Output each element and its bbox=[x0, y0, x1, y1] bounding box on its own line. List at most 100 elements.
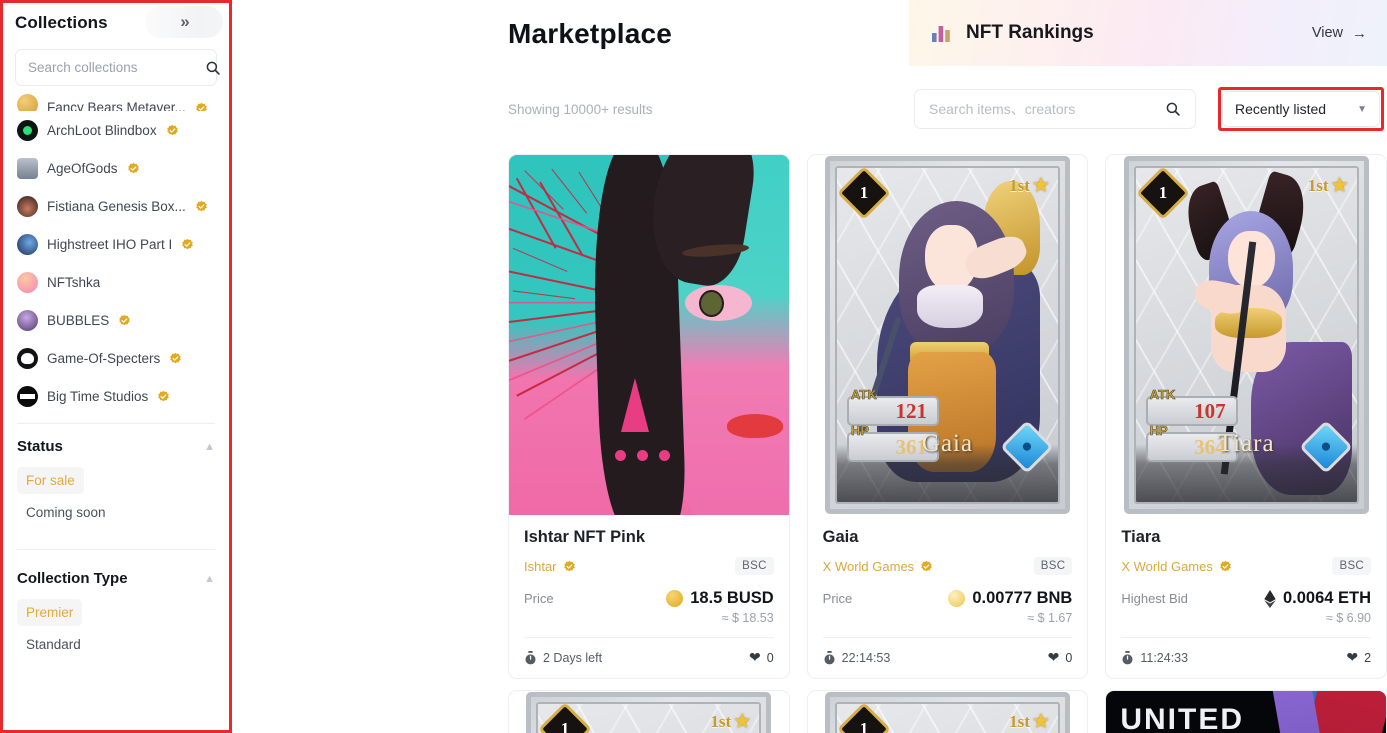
game-card: 1 1st ★ bbox=[526, 692, 772, 733]
star-icon: ★ bbox=[1032, 711, 1049, 731]
nft-price-value-wrap: 18.5 BUSD bbox=[666, 589, 774, 608]
avatar bbox=[17, 119, 38, 141]
item-search-box[interactable] bbox=[914, 89, 1196, 129]
verified-badge-icon bbox=[921, 560, 932, 571]
nft-creator-row: X World Games BSC bbox=[823, 557, 1073, 575]
nft-card[interactable]: UNITED bbox=[1105, 690, 1387, 733]
nft-likes-count: 0 bbox=[1065, 650, 1073, 665]
verified-badge-icon bbox=[563, 560, 575, 571]
nft-chain-badge: BSC bbox=[1033, 557, 1073, 575]
nft-price-row: Price 0.00777 BNB bbox=[822, 589, 1072, 608]
list-item-label: Fancy Bears Metaver... bbox=[47, 100, 186, 111]
nft-card[interactable]: 1 1st ★ ATK 107 HP 364 Tiara ● Tiara X W… bbox=[1105, 154, 1387, 679]
list-item-label: AgeOfGods bbox=[47, 160, 118, 176]
nft-likes[interactable]: ❤ 0 bbox=[749, 649, 774, 666]
avatar bbox=[17, 309, 38, 331]
sort-value: Recently listed bbox=[1235, 101, 1327, 117]
game-rank-value: 1st bbox=[1009, 175, 1030, 195]
nft-timer-text: 22:14:53 bbox=[841, 650, 891, 665]
portrait-triangle-motif bbox=[620, 378, 649, 433]
game-card: 1 1st ★ bbox=[825, 692, 1070, 733]
game-level-value: 1 bbox=[859, 183, 869, 202]
nft-price-label: Highest Bid bbox=[1121, 591, 1188, 606]
list-item[interactable]: Highstreet IHO Part I bbox=[3, 225, 229, 263]
list-item[interactable]: Fancy Bears Metaver... bbox=[3, 89, 229, 111]
nft-card-body: Gaia X World Games BSC Price 0.00777 BNB… bbox=[808, 515, 1088, 678]
facet-option-coming-soon[interactable]: Coming soon bbox=[17, 499, 115, 526]
game-card-inner: 1 1st ★ bbox=[835, 702, 1060, 733]
collections-search-wrap bbox=[3, 43, 229, 86]
nft-creator[interactable]: Ishtar bbox=[524, 559, 576, 574]
heart-icon: ❤ bbox=[748, 649, 761, 665]
facet-option-for-sale[interactable]: For sale bbox=[17, 467, 84, 494]
nft-price-label: Price bbox=[822, 591, 853, 606]
facet-status-header[interactable]: Status ▲ bbox=[17, 438, 215, 455]
list-item[interactable]: Game-Of-Specters bbox=[3, 339, 229, 377]
list-item[interactable]: NFTshka bbox=[3, 263, 229, 301]
nft-card[interactable]: 1 1st ★ bbox=[806, 690, 1089, 733]
arrow-right-icon: → bbox=[1352, 24, 1367, 42]
game-card-inner: 1 1st ★ ATK 107 HP 364 Tiara ● bbox=[1133, 166, 1359, 504]
facet-collection-type: Collection Type ▲ Premier Standard bbox=[3, 550, 229, 667]
nft-card[interactable]: Ishtar NFT Pink Ishtar BSC Price 18.5 BU… bbox=[508, 154, 790, 679]
sidebar-collapse-button[interactable]: » bbox=[145, 6, 223, 38]
nft-name: Tiara bbox=[1121, 528, 1161, 546]
avatar bbox=[17, 233, 38, 255]
portrait-lips bbox=[727, 414, 784, 438]
banner-view-link[interactable]: View → bbox=[1312, 25, 1367, 42]
list-item-label: Big Time Studios bbox=[47, 388, 149, 404]
avatar bbox=[17, 94, 38, 111]
verified-badge-icon bbox=[1220, 560, 1231, 571]
star-icon: ★ bbox=[734, 711, 751, 731]
sort-dropdown[interactable]: Recently listed ▼ bbox=[1222, 91, 1380, 127]
list-item[interactable]: Fistiana Genesis Box... bbox=[3, 187, 229, 225]
game-rank-value: 1st bbox=[1307, 175, 1329, 195]
facet-option-standard[interactable]: Standard bbox=[17, 631, 90, 658]
list-item[interactable]: BUBBLES bbox=[3, 301, 229, 339]
facet-option-premier[interactable]: Premier bbox=[17, 599, 83, 626]
nft-likes-count: 2 bbox=[1364, 650, 1372, 665]
avatar bbox=[17, 271, 38, 293]
avatar bbox=[17, 195, 38, 217]
chevron-down-icon: ▼ bbox=[1357, 103, 1367, 115]
nft-rankings-banner[interactable]: NFT Rankings View → bbox=[909, 0, 1387, 66]
sidebar-header: Collections » bbox=[3, 3, 229, 43]
eth-icon bbox=[1264, 589, 1276, 608]
facet-status: Status ▲ For sale Coming soon bbox=[3, 424, 229, 535]
heart-icon: ❤ bbox=[1047, 649, 1060, 665]
list-item[interactable]: Big Time Studios bbox=[3, 377, 229, 415]
game-rank-value: 1st bbox=[1009, 711, 1030, 731]
list-item[interactable]: ArchLoot Blindbox bbox=[3, 111, 229, 149]
search-collections-input[interactable] bbox=[28, 60, 205, 75]
nft-chain-badge: BSC bbox=[735, 557, 774, 575]
star-icon: ★ bbox=[1331, 175, 1348, 195]
banner-view-label: View bbox=[1311, 25, 1343, 41]
nft-card[interactable]: 1 1st ★ bbox=[508, 690, 790, 733]
nft-card[interactable]: 1 1st ★ ATK 121 HP 361 Gaia ● Gaia X Wor… bbox=[806, 154, 1089, 679]
avatar bbox=[17, 347, 38, 369]
portrait-dots-motif bbox=[615, 450, 671, 462]
nft-creator[interactable]: X World Games bbox=[823, 559, 934, 574]
chevron-up-icon: ▲ bbox=[204, 440, 215, 453]
collections-sidebar: Collections » Fancy Bears Metaver... bbox=[0, 0, 232, 733]
nft-creator[interactable]: X World Games bbox=[1121, 559, 1232, 574]
search-items-input[interactable] bbox=[929, 101, 1165, 117]
nft-likes[interactable]: ❤ 0 bbox=[1048, 649, 1073, 666]
game-hp-label: HP bbox=[851, 423, 870, 439]
game-rank-value: 1st bbox=[710, 711, 732, 731]
game-rank-tag: 1st ★ bbox=[1009, 175, 1049, 196]
game-level-value: 1 bbox=[561, 719, 570, 733]
nft-price-value-wrap: 0.00777 BNB bbox=[948, 589, 1072, 608]
nft-name: Ishtar NFT Pink bbox=[524, 528, 646, 546]
marketplace-toolbar: Showing 10000+ results Recently listed ▼ bbox=[508, 87, 1387, 131]
nft-artwork: 1 1st ★ bbox=[807, 691, 1088, 733]
nft-likes[interactable]: ❤ 2 bbox=[1346, 649, 1371, 666]
sidebar-title: Collections bbox=[15, 13, 108, 32]
banner-left: NFT Rankings bbox=[931, 22, 1094, 44]
nft-grid-row-1: Ishtar NFT Pink Ishtar BSC Price 18.5 BU… bbox=[508, 154, 1387, 679]
collections-search-box[interactable] bbox=[15, 49, 220, 86]
collections-list: Fancy Bears Metaver... ArchLoot Blindbox bbox=[3, 86, 229, 415]
list-item[interactable]: AgeOfGods bbox=[3, 149, 229, 187]
nft-creator-row: Ishtar BSC bbox=[524, 557, 774, 575]
facet-collection-type-header[interactable]: Collection Type ▲ bbox=[17, 570, 215, 587]
